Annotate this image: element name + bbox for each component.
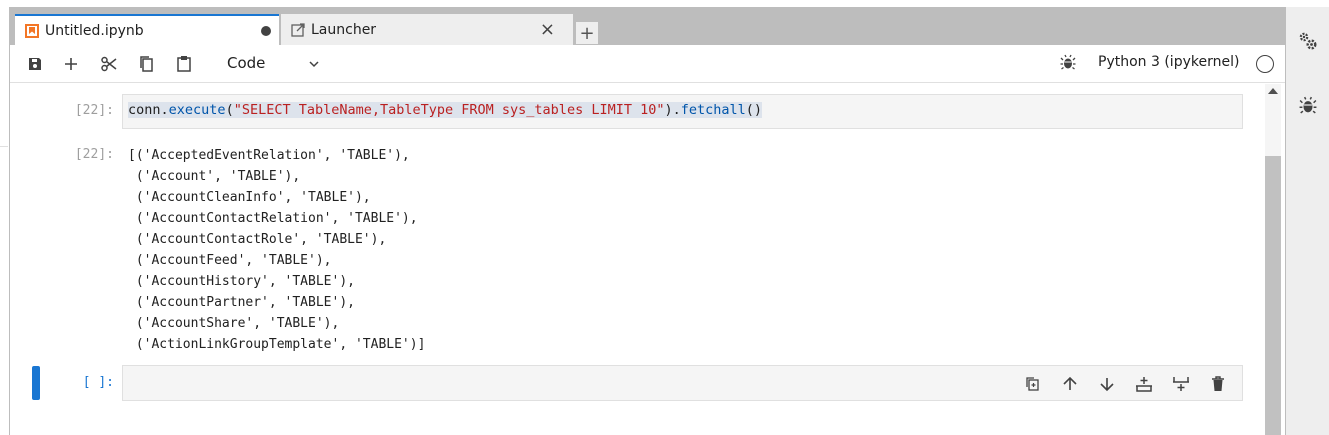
code-token: "SELECT TableName,TableType FROM sys_tab… [233, 102, 665, 118]
copy-icon [140, 56, 153, 72]
output-prompt: [22]: [74, 147, 114, 162]
delete-cell-icon[interactable] [1208, 374, 1228, 394]
cell-output: [('AcceptedEventRelation', 'TABLE'), ('A… [128, 148, 426, 352]
scissors-icon [101, 56, 117, 72]
cell-toolbar [1023, 374, 1228, 394]
move-up-icon[interactable] [1060, 374, 1080, 394]
left-gutter [0, 7, 10, 435]
code-token: . [160, 102, 169, 118]
code-cell-input-empty[interactable] [122, 365, 1243, 401]
clipboard-icon [177, 56, 191, 72]
property-inspector-gears-icon[interactable] [1298, 31, 1318, 51]
notebook-panel: [22]: conn.execute("SELECT TableName,Tab… [10, 84, 1265, 435]
tab-bar: Untitled.ipynb Launcher × + [10, 7, 1286, 46]
notebook-toolbar: Code Python 3 (ipykernel) [10, 45, 1286, 83]
code-token: . [672, 102, 681, 118]
add-tab-button[interactable]: + [575, 21, 599, 45]
input-prompt: [ ]: [82, 375, 114, 390]
save-button[interactable] [24, 53, 46, 75]
scroll-up-arrow-icon[interactable] [1268, 88, 1278, 94]
debugger-icon[interactable] [1060, 54, 1076, 74]
insert-cell-button[interactable] [60, 53, 82, 75]
copy-button[interactable] [136, 53, 158, 75]
insert-above-icon[interactable] [1134, 374, 1154, 394]
window-top-edge [0, 0, 1329, 7]
cut-button[interactable] [98, 53, 120, 75]
code-token: () [745, 102, 763, 118]
code-token: ) [664, 102, 673, 118]
input-prompt: [22]: [74, 103, 114, 118]
plus-icon: + [579, 22, 595, 44]
move-down-icon[interactable] [1097, 374, 1117, 394]
code-token: ( [225, 102, 234, 118]
code-token: fetchall [680, 102, 746, 118]
launcher-icon [291, 22, 305, 37]
code-token: conn [128, 102, 161, 118]
paste-button[interactable] [173, 53, 195, 75]
code-cell-input[interactable]: conn.execute("SELECT TableName,TableType… [122, 94, 1243, 129]
notebook-scrollbar[interactable] [1265, 84, 1281, 435]
kernel-name-button[interactable]: Python 3 (ipykernel) [1098, 54, 1239, 70]
active-cell-indicator[interactable] [32, 366, 40, 400]
right-sidebar [1286, 7, 1329, 435]
left-gutter-mark [0, 146, 8, 147]
tab-label: Untitled.ipynb [45, 23, 144, 39]
chevron-down-icon[interactable] [308, 55, 320, 74]
save-icon [29, 58, 41, 70]
duplicate-cell-icon[interactable] [1023, 374, 1043, 394]
scroll-thumb[interactable] [1265, 156, 1281, 435]
tab-launcher[interactable]: Launcher × [280, 14, 574, 45]
insert-below-icon[interactable] [1171, 374, 1191, 394]
plus-icon [65, 58, 77, 70]
debugger-sidebar-icon[interactable] [1298, 95, 1318, 115]
tab-label: Launcher [311, 21, 377, 38]
cell-type-select[interactable]: Code [227, 54, 265, 72]
notebook-icon [25, 24, 39, 38]
unsaved-dot-icon[interactable] [261, 26, 271, 36]
tab-untitled-notebook[interactable]: Untitled.ipynb [15, 14, 279, 46]
code-token: execute [168, 102, 226, 118]
kernel-status-idle-icon [1256, 55, 1274, 73]
close-icon[interactable]: × [540, 20, 555, 39]
